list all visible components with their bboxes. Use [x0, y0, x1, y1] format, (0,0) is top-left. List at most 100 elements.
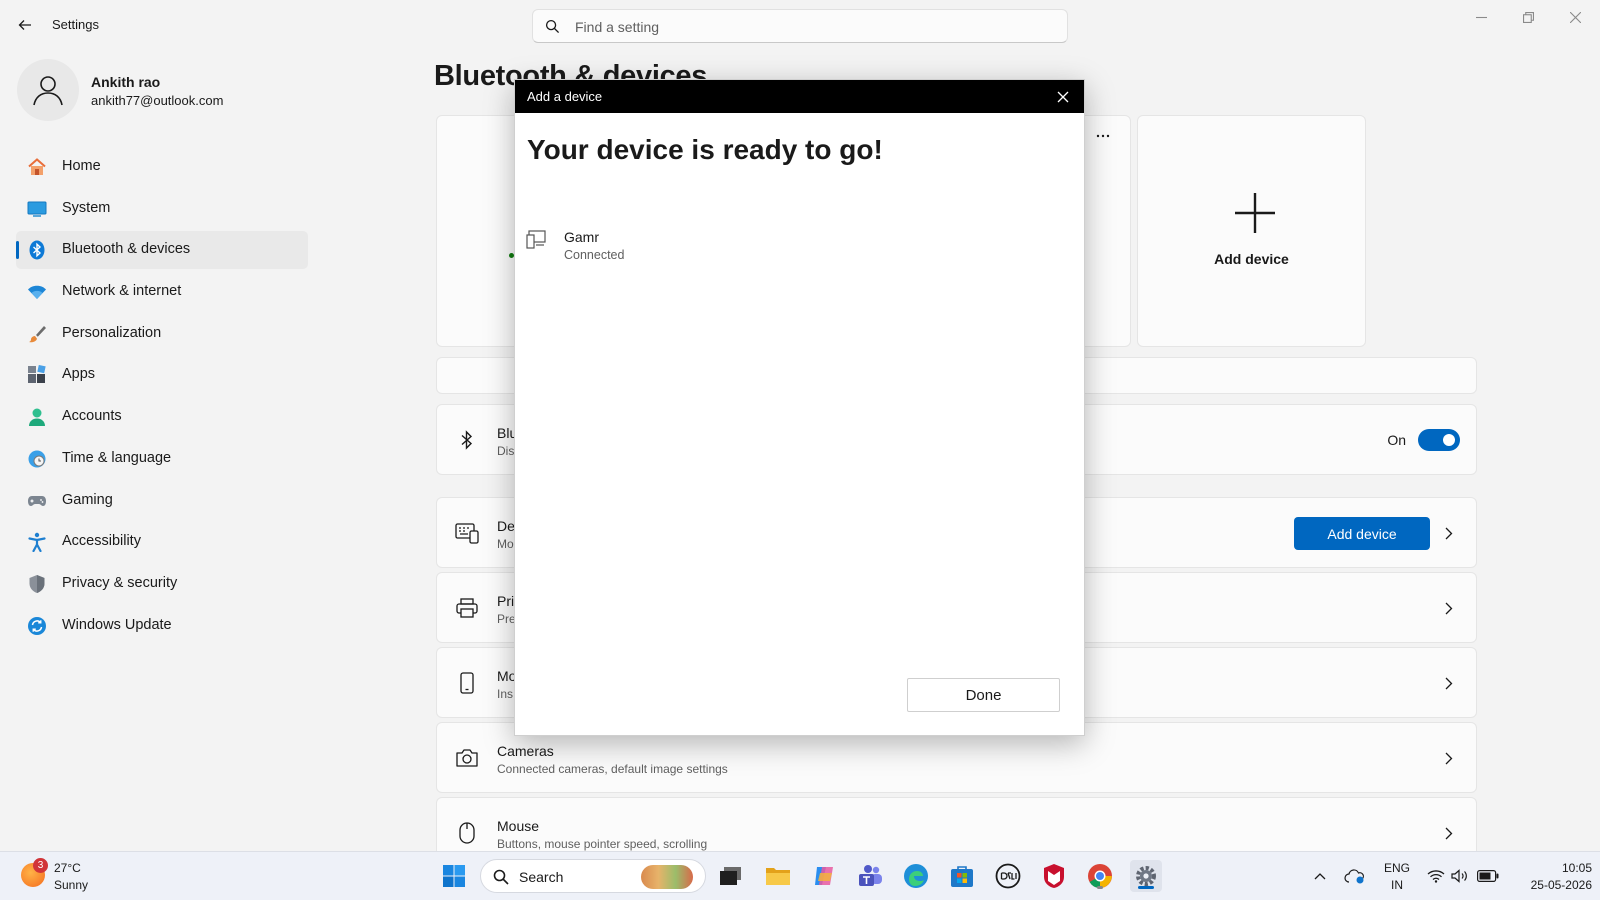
- task-view-icon: [720, 867, 741, 885]
- cameras-row-subtitle: Connected cameras, default image setting…: [497, 762, 728, 776]
- camera-icon: [455, 746, 479, 770]
- mcafee-button[interactable]: [1038, 860, 1070, 892]
- home-icon: [27, 157, 47, 177]
- taskbar: 3 27°C Sunny Search ENG IN 10:05 25-05-2…: [0, 851, 1600, 900]
- mouse-row-title: Mouse: [497, 818, 540, 834]
- wifi-icon: [1427, 870, 1445, 883]
- dialog-title-bar: Add a device: [515, 80, 1084, 113]
- sidebar-item-windows-update[interactable]: Windows Update: [16, 607, 308, 645]
- weather-temperature: 27°C: [54, 861, 81, 875]
- add-device-dialog: Add a device Your device is ready to go!…: [514, 79, 1085, 736]
- weather-condition: Sunny: [54, 878, 89, 892]
- printers-row-subtitle: Pre: [497, 612, 516, 626]
- sidebar-item-accounts[interactable]: Accounts: [16, 398, 308, 436]
- task-view-button[interactable]: [715, 860, 747, 892]
- dell-logo-icon: [995, 863, 1021, 889]
- clock[interactable]: 10:05 25-05-2026: [1510, 861, 1592, 892]
- search-icon: [493, 869, 509, 885]
- wifi-icon: [27, 282, 47, 302]
- profile-email: ankith77@outlook.com: [91, 93, 224, 108]
- mobile-row-subtitle: Ins: [497, 687, 514, 701]
- language-code: ENG: [1384, 861, 1411, 875]
- taskbar-search-label: Search: [519, 869, 564, 885]
- brush-icon: [27, 324, 47, 344]
- shield-icon: [27, 574, 47, 594]
- phone-icon: [455, 671, 479, 695]
- bluetooth-icon: [27, 240, 47, 260]
- mouse-row[interactable]: Mouse Buttons, mouse pointer speed, scro…: [436, 797, 1477, 851]
- quick-settings-button[interactable]: [1424, 860, 1502, 892]
- chrome-button[interactable]: [1084, 860, 1116, 892]
- sidebar-item-label: Network & internet: [62, 283, 182, 300]
- close-window-button[interactable]: [1552, 2, 1598, 32]
- file-explorer-button[interactable]: [762, 860, 794, 892]
- edge-button[interactable]: [900, 860, 932, 892]
- sidebar-nav: Home System Bluetooth & devices Network …: [16, 148, 308, 648]
- teams-button[interactable]: [854, 860, 886, 892]
- sidebar-item-label: Accessibility: [62, 533, 141, 550]
- sidebar-item-label: System: [62, 199, 111, 216]
- active-indicator: [1138, 886, 1154, 889]
- more-options-icon: [1096, 134, 1110, 138]
- sidebar-item-personalization[interactable]: Personalization: [16, 315, 308, 353]
- sidebar-item-label: Accounts: [62, 408, 122, 425]
- app-title: Settings: [52, 17, 99, 32]
- microsoft-store-button[interactable]: [946, 860, 978, 892]
- bluetooth-row-subtitle: Dis: [497, 444, 515, 458]
- onedrive-button[interactable]: [1341, 860, 1369, 892]
- printers-row-title: Pri: [497, 593, 515, 609]
- edge-icon: [904, 864, 928, 888]
- settings-taskbar-button[interactable]: [1130, 860, 1162, 892]
- update-icon: [27, 616, 47, 636]
- search-highlight-image: [641, 865, 693, 889]
- chevron-right-icon: [1442, 826, 1456, 840]
- close-icon: [1057, 91, 1069, 103]
- start-button[interactable]: [438, 860, 470, 892]
- connected-device-icon: [526, 230, 546, 249]
- sidebar-item-bluetooth[interactable]: Bluetooth & devices: [16, 231, 308, 270]
- devices-row-title: De: [497, 518, 515, 534]
- dialog-close-button[interactable]: [1052, 86, 1074, 108]
- dell-app-button[interactable]: [992, 860, 1024, 892]
- sidebar-item-system[interactable]: System: [16, 190, 308, 228]
- settings-search-box[interactable]: [532, 9, 1068, 43]
- copilot-button[interactable]: [808, 860, 840, 892]
- minimize-button[interactable]: [1458, 2, 1504, 32]
- system-icon: [27, 199, 47, 219]
- add-device-card-label: Add device: [1214, 251, 1289, 267]
- folder-icon: [766, 868, 790, 885]
- chevron-right-icon: [1442, 676, 1456, 690]
- notification-badge: 3: [33, 858, 48, 873]
- back-button[interactable]: [12, 12, 38, 38]
- sidebar-item-gaming[interactable]: Gaming: [16, 482, 308, 520]
- done-button[interactable]: Done: [907, 678, 1060, 712]
- settings-window: Settings Ankith rao ankith77@outlook.com…: [0, 0, 1600, 851]
- restore-button[interactable]: [1505, 2, 1551, 32]
- printer-icon: [455, 596, 479, 620]
- sidebar-item-label: Windows Update: [62, 616, 172, 633]
- sidebar-item-home[interactable]: Home: [16, 148, 308, 186]
- sidebar-item-accessibility[interactable]: Accessibility: [16, 523, 308, 561]
- show-hidden-icons-button[interactable]: [1307, 860, 1333, 892]
- user-icon: [33, 76, 63, 106]
- back-arrow-icon: [18, 20, 31, 30]
- bluetooth-toggle[interactable]: [1418, 429, 1460, 451]
- language-indicator[interactable]: ENG IN: [1384, 861, 1410, 892]
- more-options-button[interactable]: [1090, 126, 1116, 146]
- add-device-card[interactable]: Add device: [1137, 115, 1366, 347]
- sidebar-item-privacy-security[interactable]: Privacy & security: [16, 565, 308, 603]
- sidebar-item-network[interactable]: Network & internet: [16, 273, 308, 311]
- title-bar: Settings: [0, 0, 1600, 48]
- dialog-heading: Your device is ready to go!: [527, 134, 883, 165]
- windows-logo-icon: [443, 865, 465, 887]
- copilot-icon: [815, 867, 833, 885]
- search-input[interactable]: [575, 16, 1045, 38]
- avatar[interactable]: [17, 59, 79, 121]
- add-device-button[interactable]: Add device: [1294, 517, 1430, 550]
- battery-icon: [1477, 870, 1499, 882]
- sidebar-item-apps[interactable]: Apps: [16, 356, 308, 394]
- chevron-right-icon: [1442, 601, 1456, 615]
- taskbar-search[interactable]: Search: [480, 859, 706, 893]
- sidebar-item-label: Privacy & security: [62, 574, 178, 591]
- sidebar-item-time-language[interactable]: Time & language: [16, 440, 308, 478]
